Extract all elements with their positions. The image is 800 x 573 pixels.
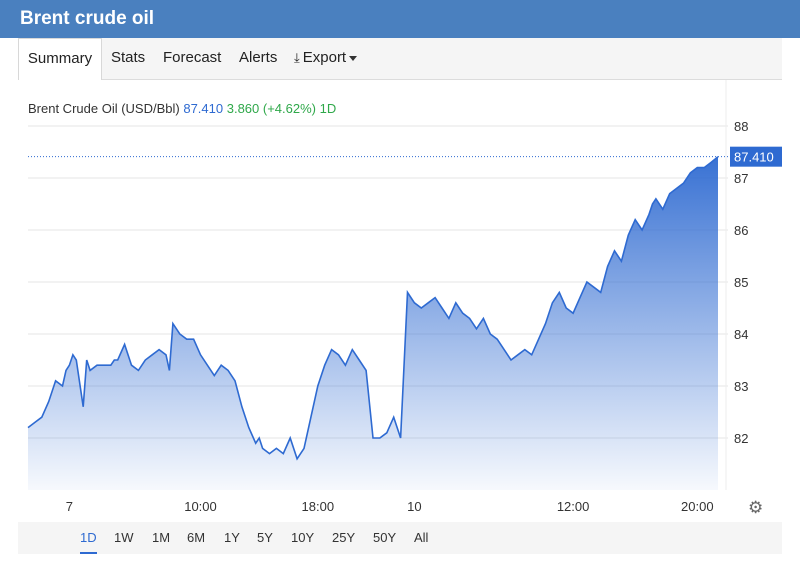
gear-icon[interactable]: ⚙ [748, 498, 763, 518]
range-1m[interactable]: 1M [152, 522, 170, 552]
x-tick-label: 20:00 [681, 499, 714, 514]
window-titlebar: Brent crude oil [0, 0, 800, 38]
tab-stats[interactable]: Stats [111, 38, 145, 79]
range-5y[interactable]: 5Y [257, 522, 273, 552]
range-25y[interactable]: 25Y [332, 522, 355, 552]
price-area-fill [28, 156, 718, 490]
last-price-label: 87.410 [734, 150, 774, 165]
caret-down-icon [349, 55, 358, 61]
tab-export[interactable]: ⤓ Export [294, 38, 358, 79]
tab-bar: Summary Stats Forecast Alerts ⤓ Export [18, 38, 782, 80]
tab-export-label: Export [302, 49, 347, 66]
tab-forecast-label: Forecast [163, 49, 222, 66]
current-price: 87.410 [183, 101, 224, 116]
tab-alerts-label: Alerts [239, 49, 278, 66]
y-tick-label: 88 [734, 119, 748, 134]
download-icon: ⤓ [294, 50, 300, 65]
price-chart[interactable]: 82 83 84 85 86 87 88 87.410 7 10:00 18:00 10 12:00 20… [18, 80, 782, 522]
price-change: 3.860 (+4.62%) [226, 101, 316, 116]
range-all[interactable]: All [414, 522, 428, 552]
y-tick-label: 83 [734, 379, 748, 394]
x-tick-label: 7 [66, 499, 73, 514]
instrument-name: Brent Crude Oil (USD/Bbl) [28, 101, 180, 116]
window-title: Brent crude oil [20, 8, 155, 29]
range-50y[interactable]: 50Y [373, 522, 396, 552]
tab-forecast[interactable]: Forecast [163, 38, 221, 79]
range-10y[interactable]: 10Y [291, 522, 314, 552]
tab-stats-label: Stats [111, 49, 146, 66]
tab-alerts[interactable]: Alerts [239, 38, 277, 79]
y-tick-label: 84 [734, 327, 748, 342]
x-tick-label: 10 [407, 499, 421, 514]
y-tick-label: 82 [734, 431, 748, 446]
tab-summary[interactable]: Summary [18, 38, 102, 80]
x-tick-label: 10:00 [184, 499, 217, 514]
y-tick-label: 87 [734, 171, 748, 186]
y-tick-label: 86 [734, 223, 748, 238]
x-tick-label: 18:00 [302, 499, 335, 514]
range-1d[interactable]: 1D [80, 522, 97, 554]
info-period: 1D [319, 101, 337, 116]
tab-summary-label: Summary [27, 50, 93, 67]
chart-info-line: Brent Crude Oil (USD/Bbl) 87.410 3.860 (… [28, 101, 336, 116]
range-selector: 1D 1W 1M 6M 1Y 5Y 10Y 25Y 50Y All [18, 522, 782, 554]
range-6m[interactable]: 6M [187, 522, 205, 552]
chart-area[interactable]: 82 83 84 85 86 87 88 87.410 7 10:00 18:00 10 12:00 20… [18, 80, 782, 522]
range-1y[interactable]: 1Y [224, 522, 240, 552]
x-tick-label: 12:00 [557, 499, 590, 514]
y-tick-label: 85 [734, 275, 748, 290]
range-1w[interactable]: 1W [114, 522, 134, 552]
